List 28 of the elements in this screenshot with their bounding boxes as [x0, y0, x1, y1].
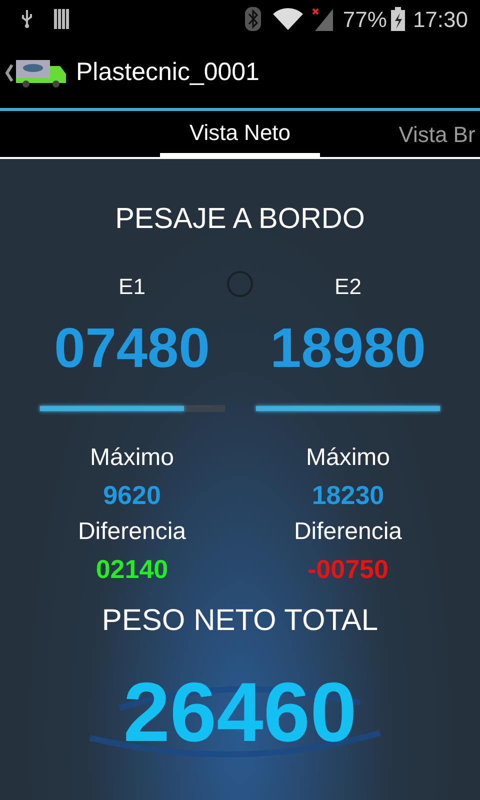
signal-icon [310, 7, 335, 31]
difference-label: Diferencia [78, 520, 186, 544]
battery-percent: 77% [342, 6, 387, 34]
axle-label: E2 [334, 276, 362, 298]
max-value: 18230 [312, 482, 384, 508]
axle-label: E1 [118, 276, 146, 298]
max-label: Máximo [306, 446, 390, 470]
tab[interactable]: Vista Br [394, 111, 480, 157]
truck-icon[interactable] [16, 58, 68, 88]
wifi-icon [272, 8, 303, 30]
max-label: Máximo [90, 446, 174, 470]
axle-weight: 18980 [270, 320, 426, 376]
max-value: 9620 [103, 482, 161, 508]
battery-charging-icon [390, 7, 405, 31]
bluetooth-icon [244, 7, 261, 31]
axle-weight: 07480 [54, 320, 210, 376]
back-icon[interactable] [4, 63, 16, 83]
clock: 17:30 [412, 6, 468, 34]
panel-title: PESAJE A BORDO [115, 205, 365, 234]
storage-icon [54, 9, 70, 29]
total-label: PESO NETO TOTAL [102, 606, 378, 636]
total-weight: 26460 [123, 670, 357, 754]
usb-icon [20, 9, 34, 29]
status-indicator-icon [226, 270, 254, 298]
difference-value: 02140 [96, 556, 168, 582]
difference-label: Diferencia [294, 520, 402, 544]
difference-value: -00750 [308, 556, 388, 582]
app-title: Plastecnic_0001 [76, 57, 260, 88]
